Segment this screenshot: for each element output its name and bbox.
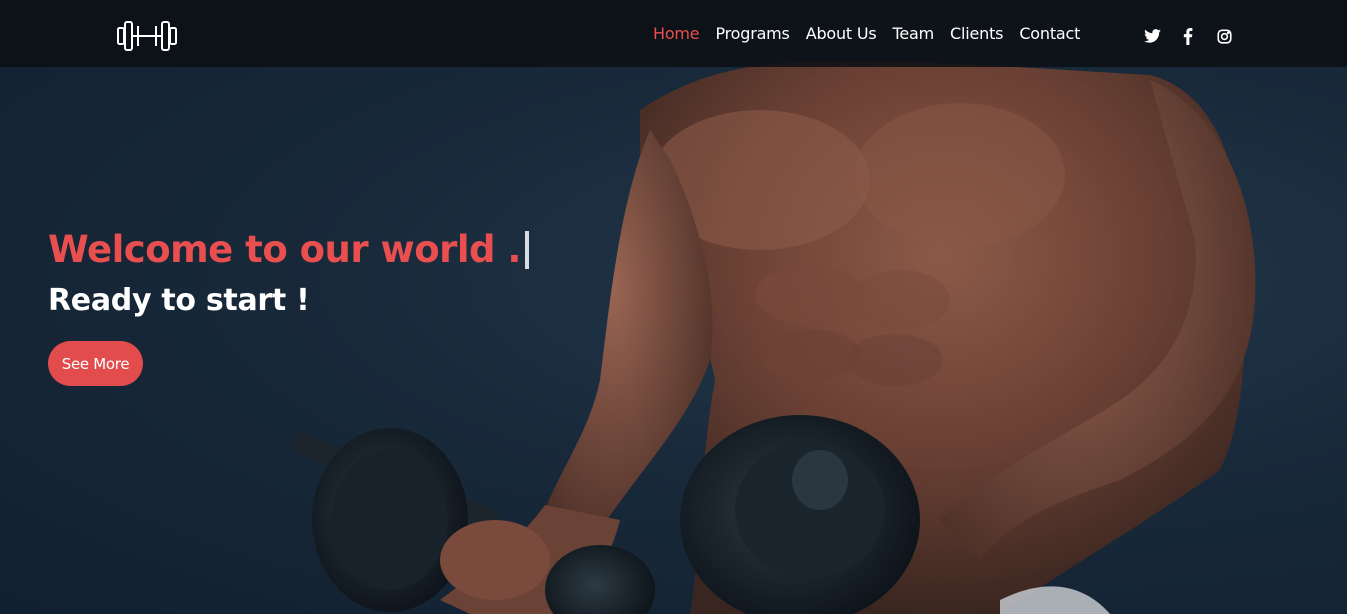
navbar: Home Programs About Us Team Clients Cont… <box>0 0 1347 67</box>
nav-links: Home Programs About Us Team Clients Cont… <box>653 24 1080 43</box>
social-links <box>1143 27 1233 45</box>
instagram-icon[interactable] <box>1215 27 1233 45</box>
nav-link-contact[interactable]: Contact <box>1019 24 1080 43</box>
see-more-button[interactable]: See More <box>48 341 143 386</box>
hero-subtitle: Ready to start ! <box>48 283 310 318</box>
nav-link-team[interactable]: Team <box>893 24 935 43</box>
hero-title-row: Welcome to our world . <box>48 228 529 271</box>
nav-link-about-us[interactable]: About Us <box>806 24 877 43</box>
hero-content: Welcome to our world . Ready to start ! <box>48 228 529 318</box>
hero-section: Home Programs About Us Team Clients Cont… <box>0 0 1347 614</box>
dumbbell-logo-icon[interactable] <box>116 18 178 54</box>
nav-link-clients[interactable]: Clients <box>950 24 1003 43</box>
nav-link-home[interactable]: Home <box>653 24 700 43</box>
typing-cursor <box>524 230 529 269</box>
facebook-icon[interactable] <box>1179 27 1197 45</box>
twitter-icon[interactable] <box>1143 27 1161 45</box>
hero-title: Welcome to our world . <box>48 228 521 271</box>
nav-link-programs[interactable]: Programs <box>715 24 789 43</box>
